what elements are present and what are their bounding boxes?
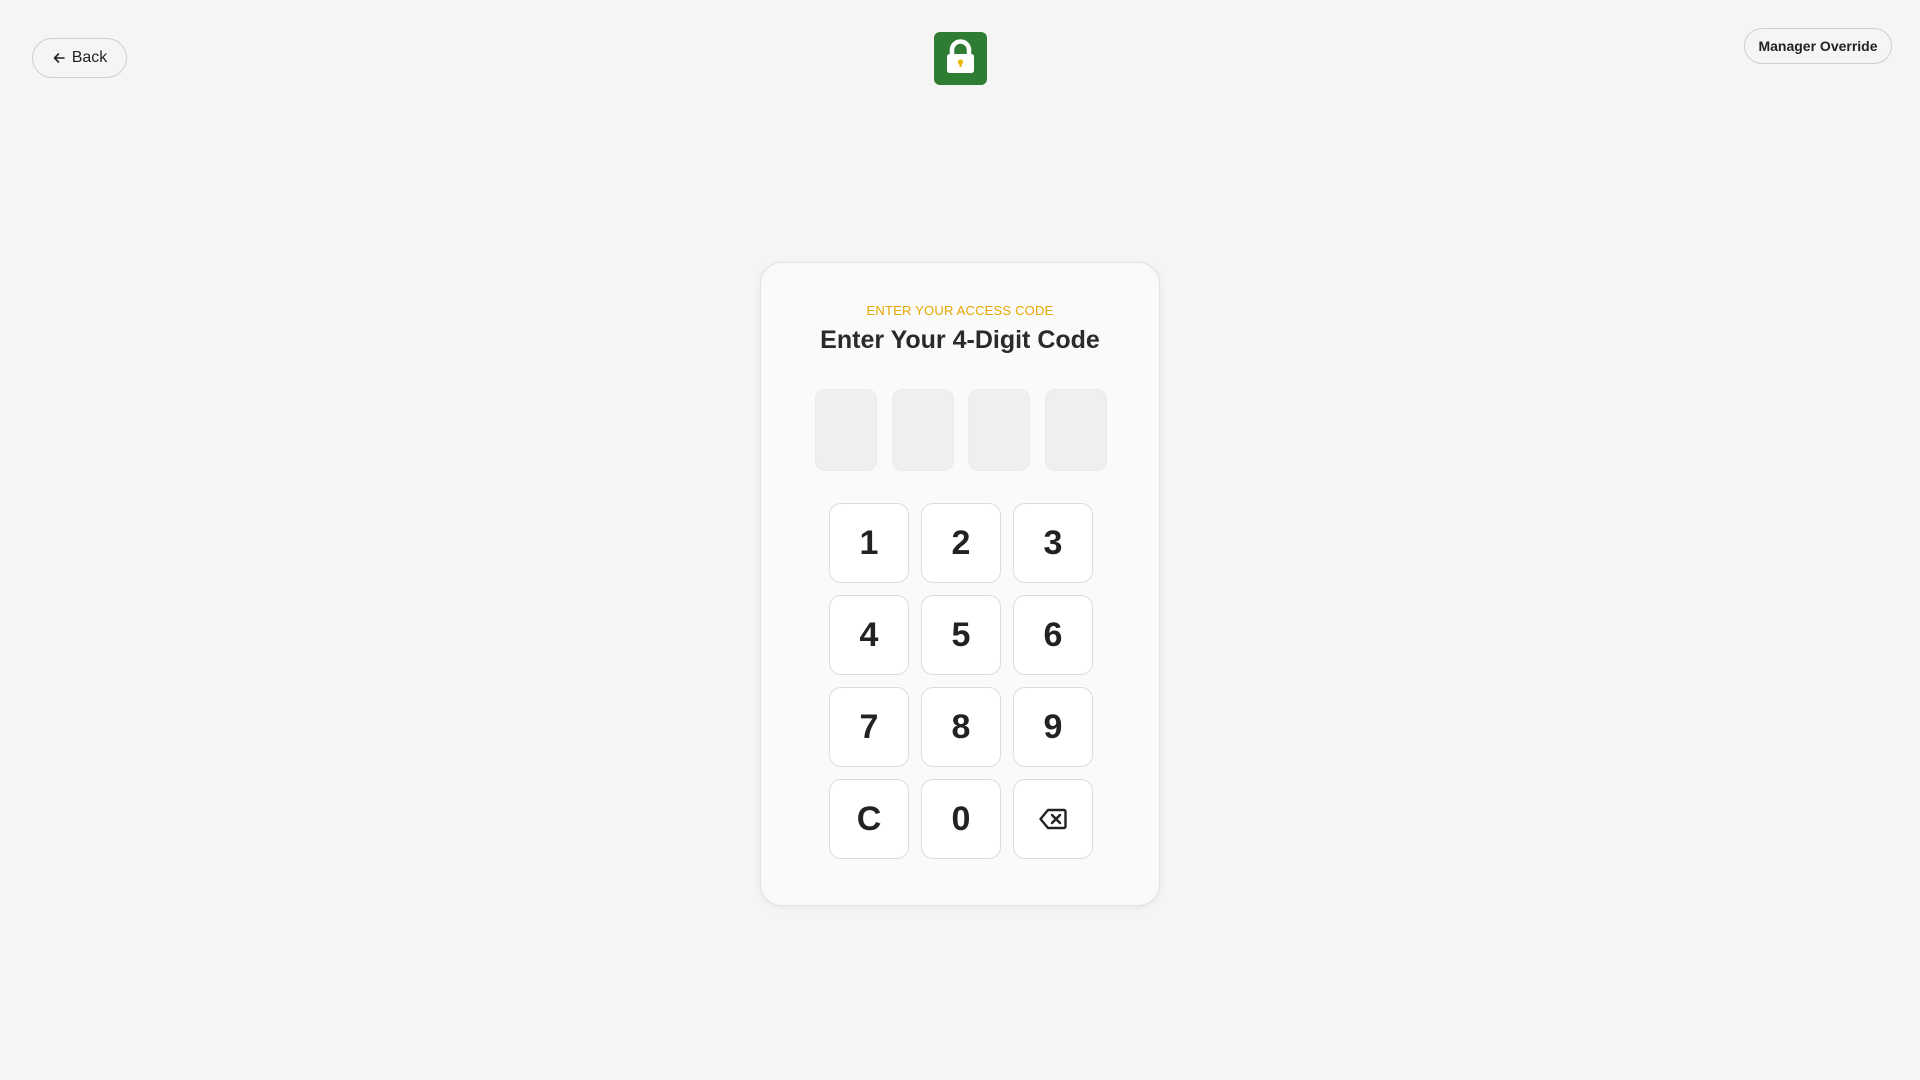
key-6[interactable]: 6 (1013, 595, 1093, 675)
code-digit-3 (968, 389, 1031, 471)
shopping-bag-lock-icon (934, 32, 987, 85)
key-3[interactable]: 3 (1013, 503, 1093, 583)
code-digit-4 (1044, 389, 1107, 471)
access-code-screen: Back Manager Override ENTER YOUR ACCESS … (0, 0, 1920, 1080)
page-title: Enter Your 4-Digit Code (820, 326, 1100, 354)
key-1[interactable]: 1 (829, 503, 909, 583)
key-8[interactable]: 8 (921, 687, 1001, 767)
key-9[interactable]: 9 (1013, 687, 1093, 767)
access-code-eyebrow: ENTER YOUR ACCESS CODE (866, 303, 1054, 318)
keypad: 1 2 3 4 5 6 7 8 9 C 0 (829, 503, 1093, 859)
key-0[interactable]: 0 (921, 779, 1001, 859)
arrow-left-icon (52, 51, 66, 65)
key-backspace[interactable] (1013, 779, 1093, 859)
key-2[interactable]: 2 (921, 503, 1001, 583)
back-button[interactable]: Back (32, 38, 127, 78)
key-7[interactable]: 7 (829, 687, 909, 767)
manager-override-button[interactable]: Manager Override (1744, 28, 1892, 64)
key-clear[interactable]: C (829, 779, 909, 859)
code-digit-1 (815, 389, 877, 471)
back-label: Back (71, 49, 108, 66)
key-4[interactable]: 4 (829, 595, 909, 675)
code-digit-2 (891, 389, 954, 471)
access-code-card: ENTER YOUR ACCESS CODE Enter Your 4-Digi… (760, 262, 1160, 906)
code-input-row (815, 389, 1107, 471)
backspace-icon (1039, 808, 1067, 830)
key-5[interactable]: 5 (921, 595, 1001, 675)
